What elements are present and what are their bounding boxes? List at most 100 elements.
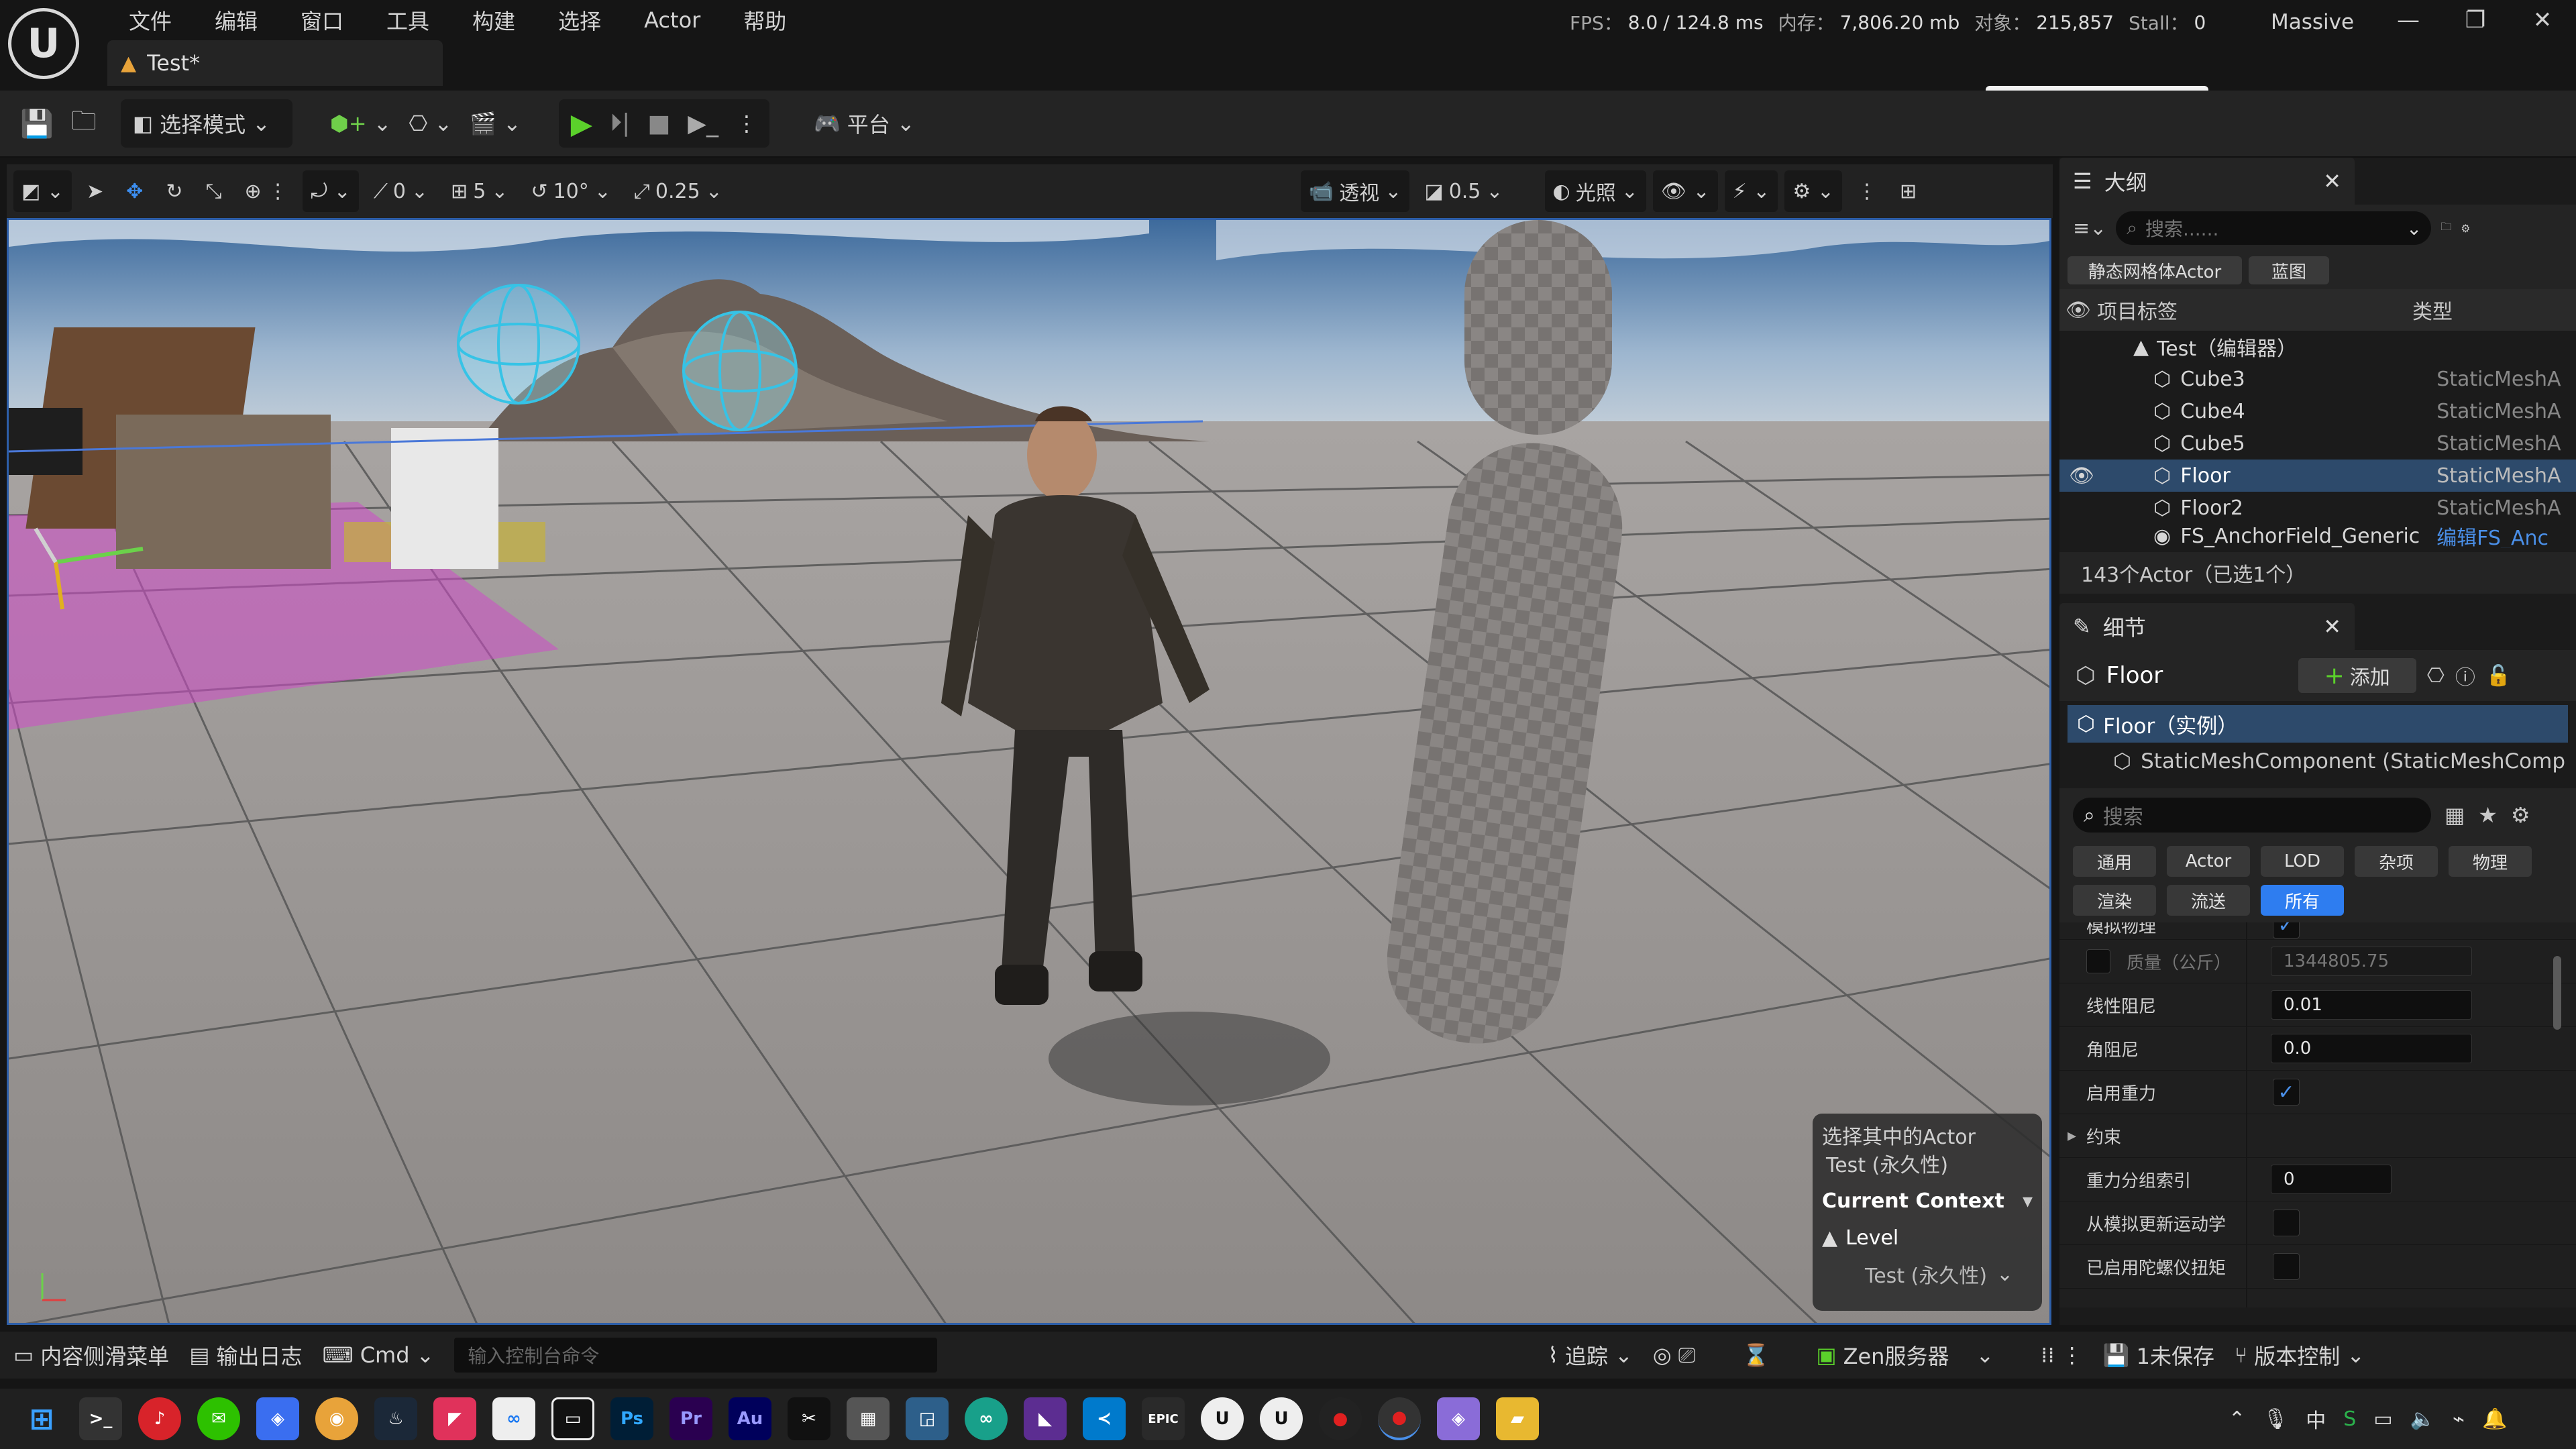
level-tab[interactable]: ▲ Test* <box>107 40 443 86</box>
chevron-up-icon[interactable]: ⌃ <box>2229 1407 2245 1431</box>
more-icon[interactable]: ⋮ <box>736 111 757 136</box>
select-tool-icon[interactable]: ➤ <box>78 170 111 212</box>
platform-dropdown[interactable]: 🎮 平台 ⌄ <box>814 99 915 148</box>
record-icon[interactable]: ◎ ⎚ <box>1653 1332 1696 1379</box>
unreal-icon[interactable]: U <box>1260 1397 1303 1440</box>
unsaved-button[interactable]: 💾 1未保存 <box>2103 1332 2214 1379</box>
more-icon[interactable]: ⋮ <box>1849 170 1885 212</box>
close-icon[interactable]: ✕ <box>2323 168 2341 194</box>
filter-streaming[interactable]: 流送 <box>2167 885 2250 916</box>
settings-icon[interactable]: ⚙ <box>2461 222 2470 235</box>
filter-all[interactable]: 所有 <box>2261 885 2344 916</box>
world-space-icon[interactable]: ⊕ ⋮ <box>236 170 296 212</box>
netease-music-icon[interactable]: ♪ <box>138 1397 181 1440</box>
viewport-settings-button[interactable]: ⚙ ⌄ <box>1784 170 1842 212</box>
mass-override-checkbox[interactable] <box>2086 949 2110 973</box>
select-mode-dropdown[interactable]: ◧ 选择模式 ⌄ <box>120 99 292 148</box>
gravity-group-field[interactable]: 0 <box>2271 1165 2392 1194</box>
rotate-tool-icon[interactable]: ↻ <box>158 170 191 212</box>
details-scrollbar[interactable] <box>2553 956 2561 1030</box>
star-icon[interactable]: ★ <box>2478 802 2498 828</box>
level-viewport[interactable] <box>7 218 2051 1325</box>
outliner-row[interactable]: ⬡ Cube5 StaticMeshA <box>2059 427 2576 460</box>
outliner-search-input[interactable]: ⌕ 搜索...... ⌄ <box>2116 211 2432 245</box>
menu-actor[interactable]: Actor <box>623 0 722 40</box>
app-blue-icon[interactable]: ◲ <box>906 1397 949 1440</box>
level-sub-dropdown[interactable]: Test (永久性) ⌄ <box>1822 1256 2033 1292</box>
show-flags-button[interactable]: 👁 ⌄ <box>1652 170 1718 212</box>
level-item[interactable]: ▲ Level <box>1822 1220 2033 1256</box>
zen-server-dropdown[interactable]: ▣ Zen服务器 ⌄ <box>1816 1332 1994 1379</box>
app-teal-icon[interactable]: ∞ <box>965 1397 1008 1440</box>
unreal-logo[interactable]: U <box>8 8 79 79</box>
audition-icon[interactable]: Au <box>729 1397 771 1440</box>
calculator-icon[interactable]: ▦ <box>847 1397 890 1440</box>
filter-static-mesh[interactable]: 静态网格体Actor <box>2068 256 2242 284</box>
lighting-dropdown[interactable]: ◐ 光照 ⌄ <box>1544 170 1646 212</box>
outliner-row[interactable]: ◉ FS_AnchorField_Generic 编辑FS_Anc <box>2059 524 2576 549</box>
eye-icon[interactable]: 👁 <box>2059 299 2097 322</box>
sogou-tray-icon[interactable]: S <box>2343 1407 2356 1431</box>
enable-gravity-checkbox[interactable]: ✓ <box>2273 1079 2300 1106</box>
menu-tools[interactable]: 工具 <box>365 0 451 40</box>
record-app-icon[interactable]: ● <box>1319 1397 1362 1440</box>
viewport-options-button[interactable]: ◩ ⌄ <box>13 170 72 212</box>
filter-physics[interactable]: 物理 <box>2449 846 2532 877</box>
vscode-icon[interactable]: ≺ <box>1083 1397 1126 1440</box>
surface-snap-button[interactable]: ⤾ ⌄ <box>303 170 359 212</box>
filter-icon[interactable]: ≡⌄ <box>2073 217 2106 240</box>
cmd-dropdown[interactable]: ⌨ Cmd ⌄ <box>323 1332 435 1379</box>
close-button[interactable]: ✕ <box>2509 0 2576 40</box>
play-icon[interactable]: ▶ <box>571 107 592 140</box>
eye-icon[interactable]: 👁 <box>2069 464 2094 488</box>
blueprint-button[interactable]: ⎔ ⌄ <box>409 99 452 148</box>
capcut-icon[interactable]: ✂ <box>788 1397 830 1440</box>
visual-studio-icon[interactable]: ◣ <box>1024 1397 1067 1440</box>
minimize-button[interactable]: — <box>2375 0 2442 40</box>
app-red-icon[interactable]: ◤ <box>433 1397 476 1440</box>
move-tool-icon[interactable]: ✥ <box>118 170 151 212</box>
epic-games-icon[interactable]: EPIC <box>1142 1397 1185 1440</box>
file-explorer-icon[interactable]: ▰ <box>1496 1397 1539 1440</box>
outliner-row[interactable]: ⬡ Cube3 StaticMeshA <box>2059 363 2576 395</box>
prop-constraints-section[interactable]: ▸ 约束 <box>2059 1114 2576 1158</box>
skip-icon[interactable]: ⏵| <box>610 109 630 138</box>
menu-edit[interactable]: 编辑 <box>193 0 279 40</box>
add-component-button[interactable]: + 添加 <box>2298 658 2416 693</box>
current-context-header[interactable]: Current Context ▾ <box>1822 1182 2033 1220</box>
filter-general[interactable]: 通用 <box>2073 846 2156 877</box>
outliner-root[interactable]: ▲ Test（编辑器） <box>2059 331 2576 363</box>
update-kinematic-checkbox[interactable] <box>2273 1210 2300 1236</box>
copilot-icon[interactable]: ◈ <box>256 1397 299 1440</box>
record-app-icon[interactable]: ● <box>1378 1397 1421 1440</box>
filter-misc[interactable]: 杂项 <box>2355 846 2438 877</box>
premiere-icon[interactable]: Pr <box>669 1397 712 1440</box>
add-folder-icon[interactable]: 🗀 <box>2440 219 2451 237</box>
wechat-icon[interactable]: ✉ <box>197 1397 240 1440</box>
network-icon[interactable]: ⌁ <box>2453 1407 2465 1431</box>
steam-icon[interactable]: ♨ <box>374 1397 417 1440</box>
scene-render[interactable] <box>9 220 2051 1325</box>
grid-snap-toggle[interactable]: ⊞ 5 ⌄ <box>443 170 516 212</box>
cinematics-button[interactable]: 🎬 ⌄ <box>470 99 521 148</box>
angular-damping-field[interactable]: 0.0 <box>2271 1034 2472 1063</box>
speaker-icon[interactable]: 🔈 <box>2410 1407 2435 1431</box>
eject-icon[interactable]: ▶_ <box>688 110 718 138</box>
settings-icon[interactable]: ⚙ <box>2511 802 2530 828</box>
angle-snap-toggle[interactable]: ↺ 10° ⌄ <box>523 170 619 212</box>
outliner-tab[interactable]: ☰ 大纲 ✕ <box>2059 158 2355 205</box>
outliner-row[interactable]: ⬡ Floor2 StaticMeshA <box>2059 492 2576 524</box>
microphone-icon[interactable]: 🎙 <box>2263 1407 2288 1431</box>
realtime-button[interactable]: ⚡ ⌄ <box>1724 170 1778 212</box>
table-icon[interactable]: ▦ <box>2445 802 2465 828</box>
output-log-button[interactable]: ▤ 输出日志 <box>189 1332 302 1379</box>
app-gradient-icon[interactable]: ◈ <box>1437 1397 1480 1440</box>
derived-data-icon[interactable]: ⁞⁞ ⋮ <box>2041 1332 2083 1379</box>
help-icon[interactable]: ⓘ <box>2455 661 2475 690</box>
filter-blueprint[interactable]: 蓝图 <box>2249 256 2329 284</box>
oculus-icon[interactable]: ▭ <box>551 1397 594 1440</box>
unreal-icon[interactable]: U <box>1201 1397 1244 1440</box>
component-row[interactable]: ⬡ StaticMeshComponent (StaticMeshComp <box>2059 743 2576 780</box>
perspective-dropdown[interactable]: 📹 透视 ⌄ <box>1300 170 1410 212</box>
col-label-header[interactable]: 项目标签 <box>2097 295 2412 325</box>
